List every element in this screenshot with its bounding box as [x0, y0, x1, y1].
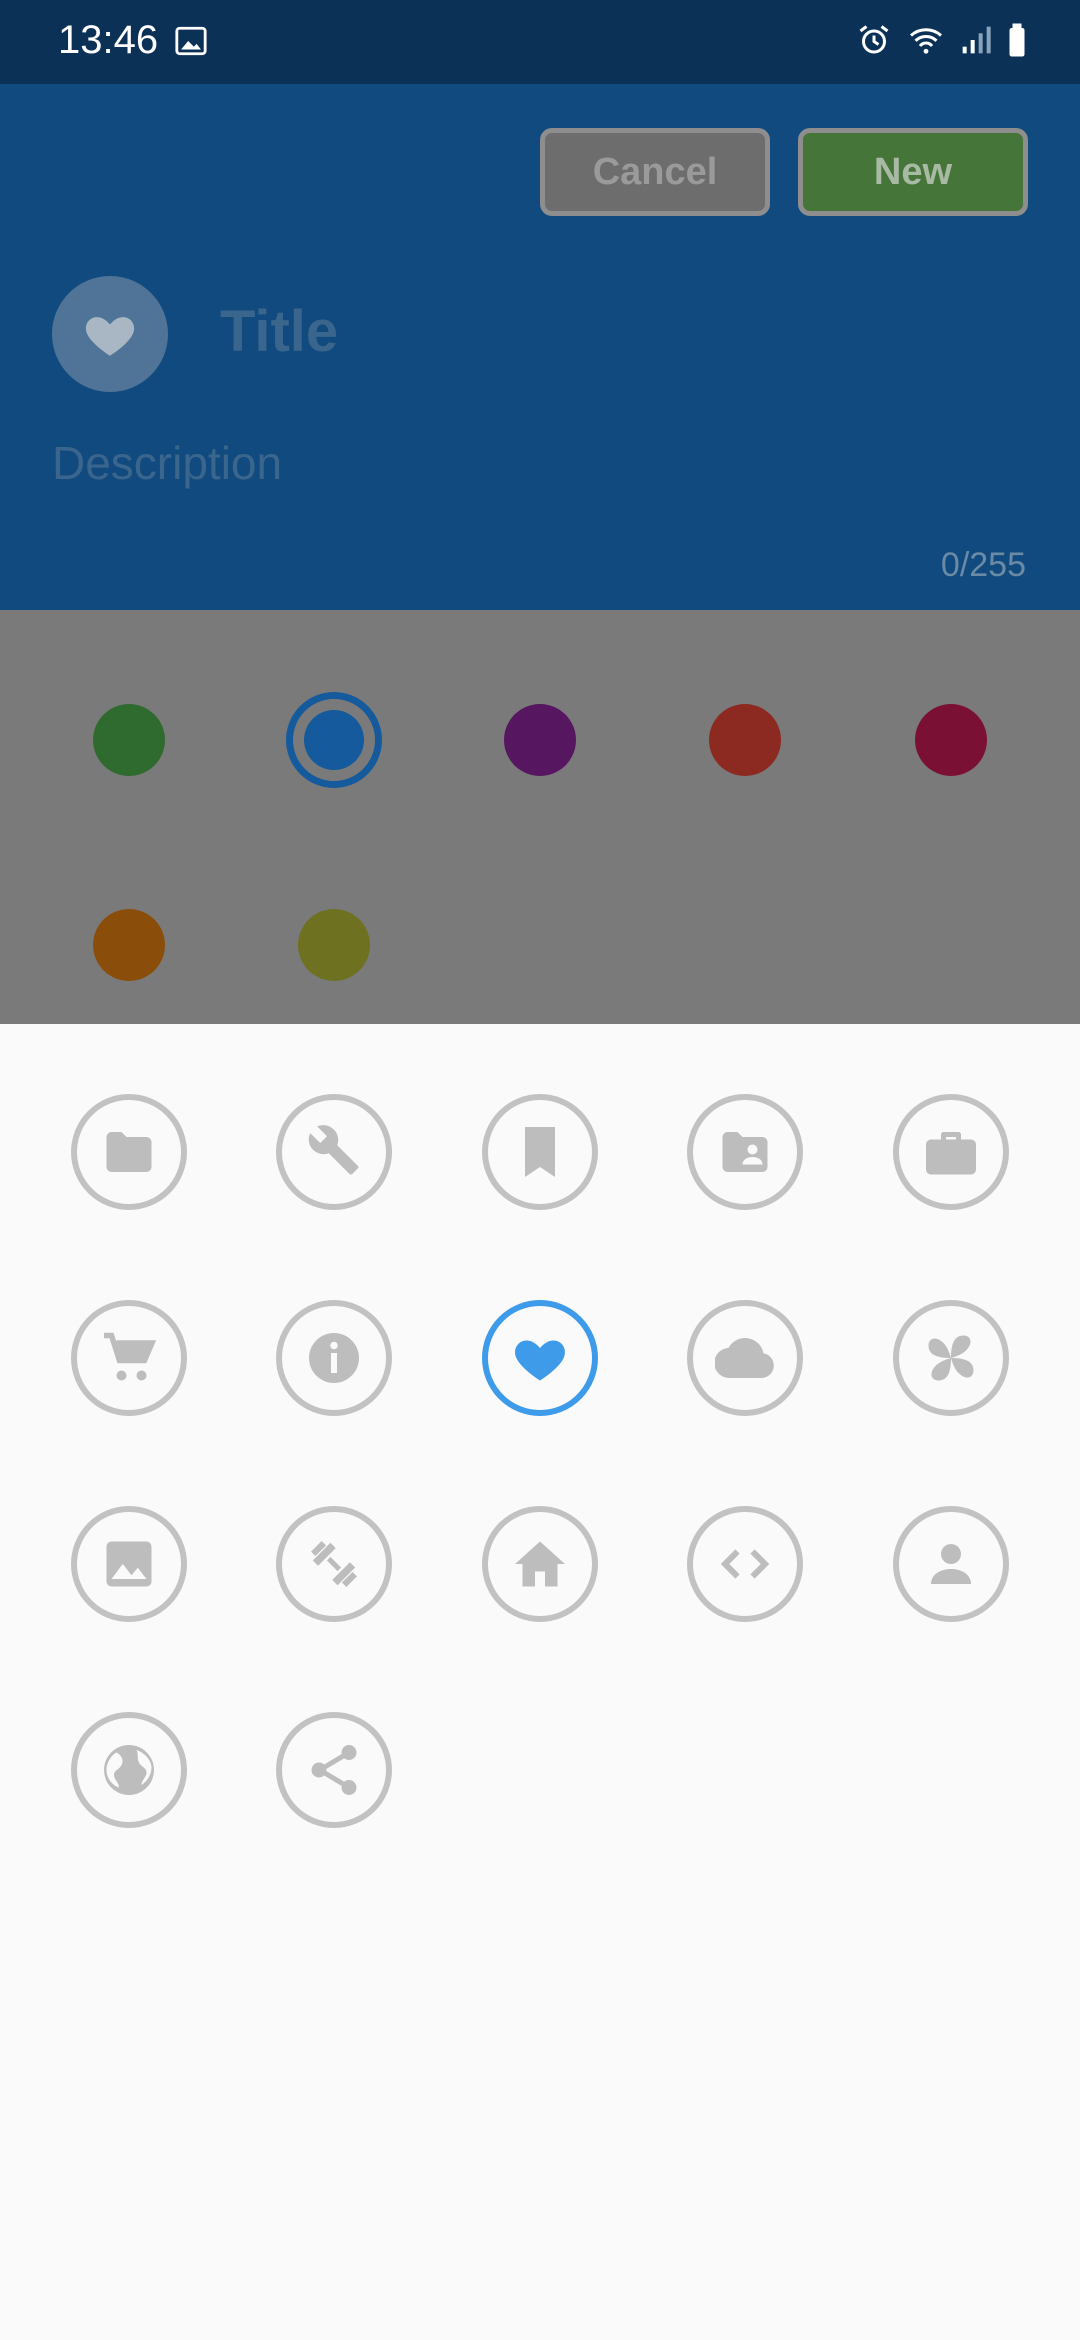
icon-option-wrench[interactable] [276, 1094, 392, 1210]
icon-option-share[interactable] [276, 1712, 392, 1828]
screen: 13:46 Cancel New Title Description 0/255 [0, 0, 1080, 2340]
icon-option-briefcase[interactable] [893, 1094, 1009, 1210]
status-bar: 13:46 [0, 0, 1080, 84]
icon-option-globe[interactable] [71, 1712, 187, 1828]
globe-icon [104, 1745, 154, 1795]
cloud-icon [715, 1338, 774, 1379]
image-icon [106, 1541, 152, 1587]
icon-option-folder-shared[interactable] [687, 1094, 803, 1210]
icon-option-folder[interactable] [71, 1094, 187, 1210]
signal-icon [960, 22, 992, 63]
color-picker [0, 610, 1080, 1024]
folder-icon [106, 1132, 152, 1172]
pinwheel-icon [928, 1335, 974, 1381]
selected-icon-avatar[interactable] [52, 276, 168, 392]
color-swatch[interactable] [286, 692, 382, 788]
new-item-header: Cancel New Title Description 0/255 [0, 84, 1080, 610]
icon-option-bookmark[interactable] [482, 1094, 598, 1210]
color-swatch[interactable] [93, 704, 165, 776]
wifi-icon [906, 22, 946, 63]
icon-option-info[interactable] [276, 1300, 392, 1416]
cancel-button[interactable]: Cancel [540, 128, 770, 216]
icon-option-code[interactable] [687, 1506, 803, 1622]
cart-icon [104, 1332, 157, 1381]
info-icon [309, 1333, 359, 1383]
icon-option-pinwheel[interactable] [893, 1300, 1009, 1416]
briefcase-icon [926, 1132, 976, 1175]
icon-option-home[interactable] [482, 1506, 598, 1622]
new-button[interactable]: New [798, 128, 1028, 216]
code-icon [720, 1549, 770, 1579]
icon-option-cart[interactable] [71, 1300, 187, 1416]
status-time: 13:46 [58, 18, 159, 62]
status-icons [856, 22, 1028, 63]
battery-icon [1006, 22, 1028, 63]
person-icon [931, 1544, 971, 1584]
home-icon [515, 1541, 565, 1587]
color-swatch[interactable] [504, 704, 576, 776]
icon-option-heart[interactable] [482, 1300, 598, 1416]
icon-option-image[interactable] [71, 1506, 187, 1622]
icon-option-person[interactable] [893, 1506, 1009, 1622]
title-input[interactable]: Title [220, 298, 338, 365]
alarm-icon [856, 22, 892, 63]
dumbbell-icon [311, 1541, 357, 1587]
wrench-icon [308, 1125, 359, 1175]
bookmark-icon [525, 1127, 555, 1177]
icon-option-cloud[interactable] [687, 1300, 803, 1416]
icon-option-dumbbell[interactable] [276, 1506, 392, 1622]
color-swatch[interactable] [93, 909, 165, 981]
icon-picker-sheet [0, 1024, 1080, 2340]
color-swatch[interactable] [298, 909, 370, 981]
heart-icon [85, 317, 135, 356]
color-swatch[interactable] [709, 704, 781, 776]
folder-shared-icon [722, 1132, 768, 1172]
share-icon [311, 1745, 357, 1795]
gallery-notification-icon [174, 24, 208, 63]
color-swatch[interactable] [915, 704, 987, 776]
description-input[interactable]: Description [52, 436, 282, 490]
heart-icon [515, 1340, 565, 1381]
description-char-counter: 0/255 [940, 546, 1026, 584]
